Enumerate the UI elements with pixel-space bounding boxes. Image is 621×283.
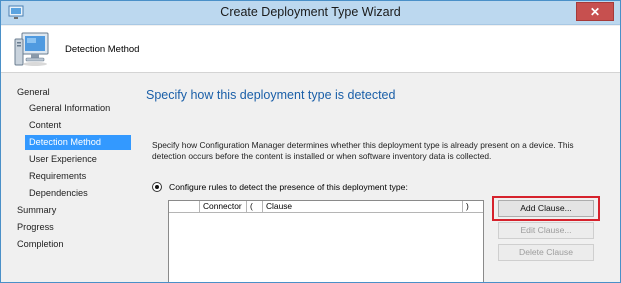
sidebar-item-progress[interactable]: Progress [17,220,54,235]
column-header-open-paren[interactable]: ( [247,201,263,212]
close-icon: ✕ [589,4,601,19]
column-header-clause[interactable]: Clause [263,201,463,212]
highlight-box [492,196,600,221]
sidebar-item-general-information[interactable]: General Information [29,101,110,116]
wizard-sidebar: General General Information Content Dete… [1,74,134,282]
configure-rules-label: Configure rules to detect the presence o… [169,182,408,192]
step-title: Detection Method [65,44,140,55]
sidebar-item-user-experience[interactable]: User Experience [29,152,97,167]
rules-table[interactable]: Connector ( Clause ) [168,200,484,282]
wizard-window: Create Deployment Type Wizard ✕ Detectio… [0,0,621,283]
delete-clause-button[interactable]: Delete Clause [498,244,594,261]
page-heading: Specify how this deployment type is dete… [146,88,396,102]
sidebar-item-requirements[interactable]: Requirements [29,169,86,184]
wizard-content: Specify how this deployment type is dete… [135,74,620,282]
sidebar-item-detection-method[interactable]: Detection Method [25,135,131,150]
sidebar-item-general[interactable]: General [17,85,50,100]
window-title: Create Deployment Type Wizard [220,5,401,19]
sidebar-item-content[interactable]: Content [29,118,61,133]
edit-clause-button[interactable]: Edit Clause... [498,222,594,239]
computer-icon [14,32,49,66]
title-bar[interactable]: Create Deployment Type Wizard ✕ [1,1,620,25]
column-header-close-paren[interactable]: ) [463,201,483,212]
sidebar-item-dependencies[interactable]: Dependencies [29,186,88,201]
configure-rules-option[interactable]: Configure rules to detect the presence o… [152,182,408,192]
page-description: Specify how Configuration Manager determ… [152,140,574,161]
close-button[interactable]: ✕ [576,2,614,21]
column-header-blank[interactable] [169,201,200,212]
wizard-header: Detection Method [1,26,620,73]
sidebar-item-completion[interactable]: Completion [17,237,63,252]
rules-table-header: Connector ( Clause ) [169,201,483,213]
sidebar-item-summary[interactable]: Summary [17,203,56,218]
column-header-connector[interactable]: Connector [200,201,247,212]
configure-rules-radio[interactable] [152,182,162,192]
